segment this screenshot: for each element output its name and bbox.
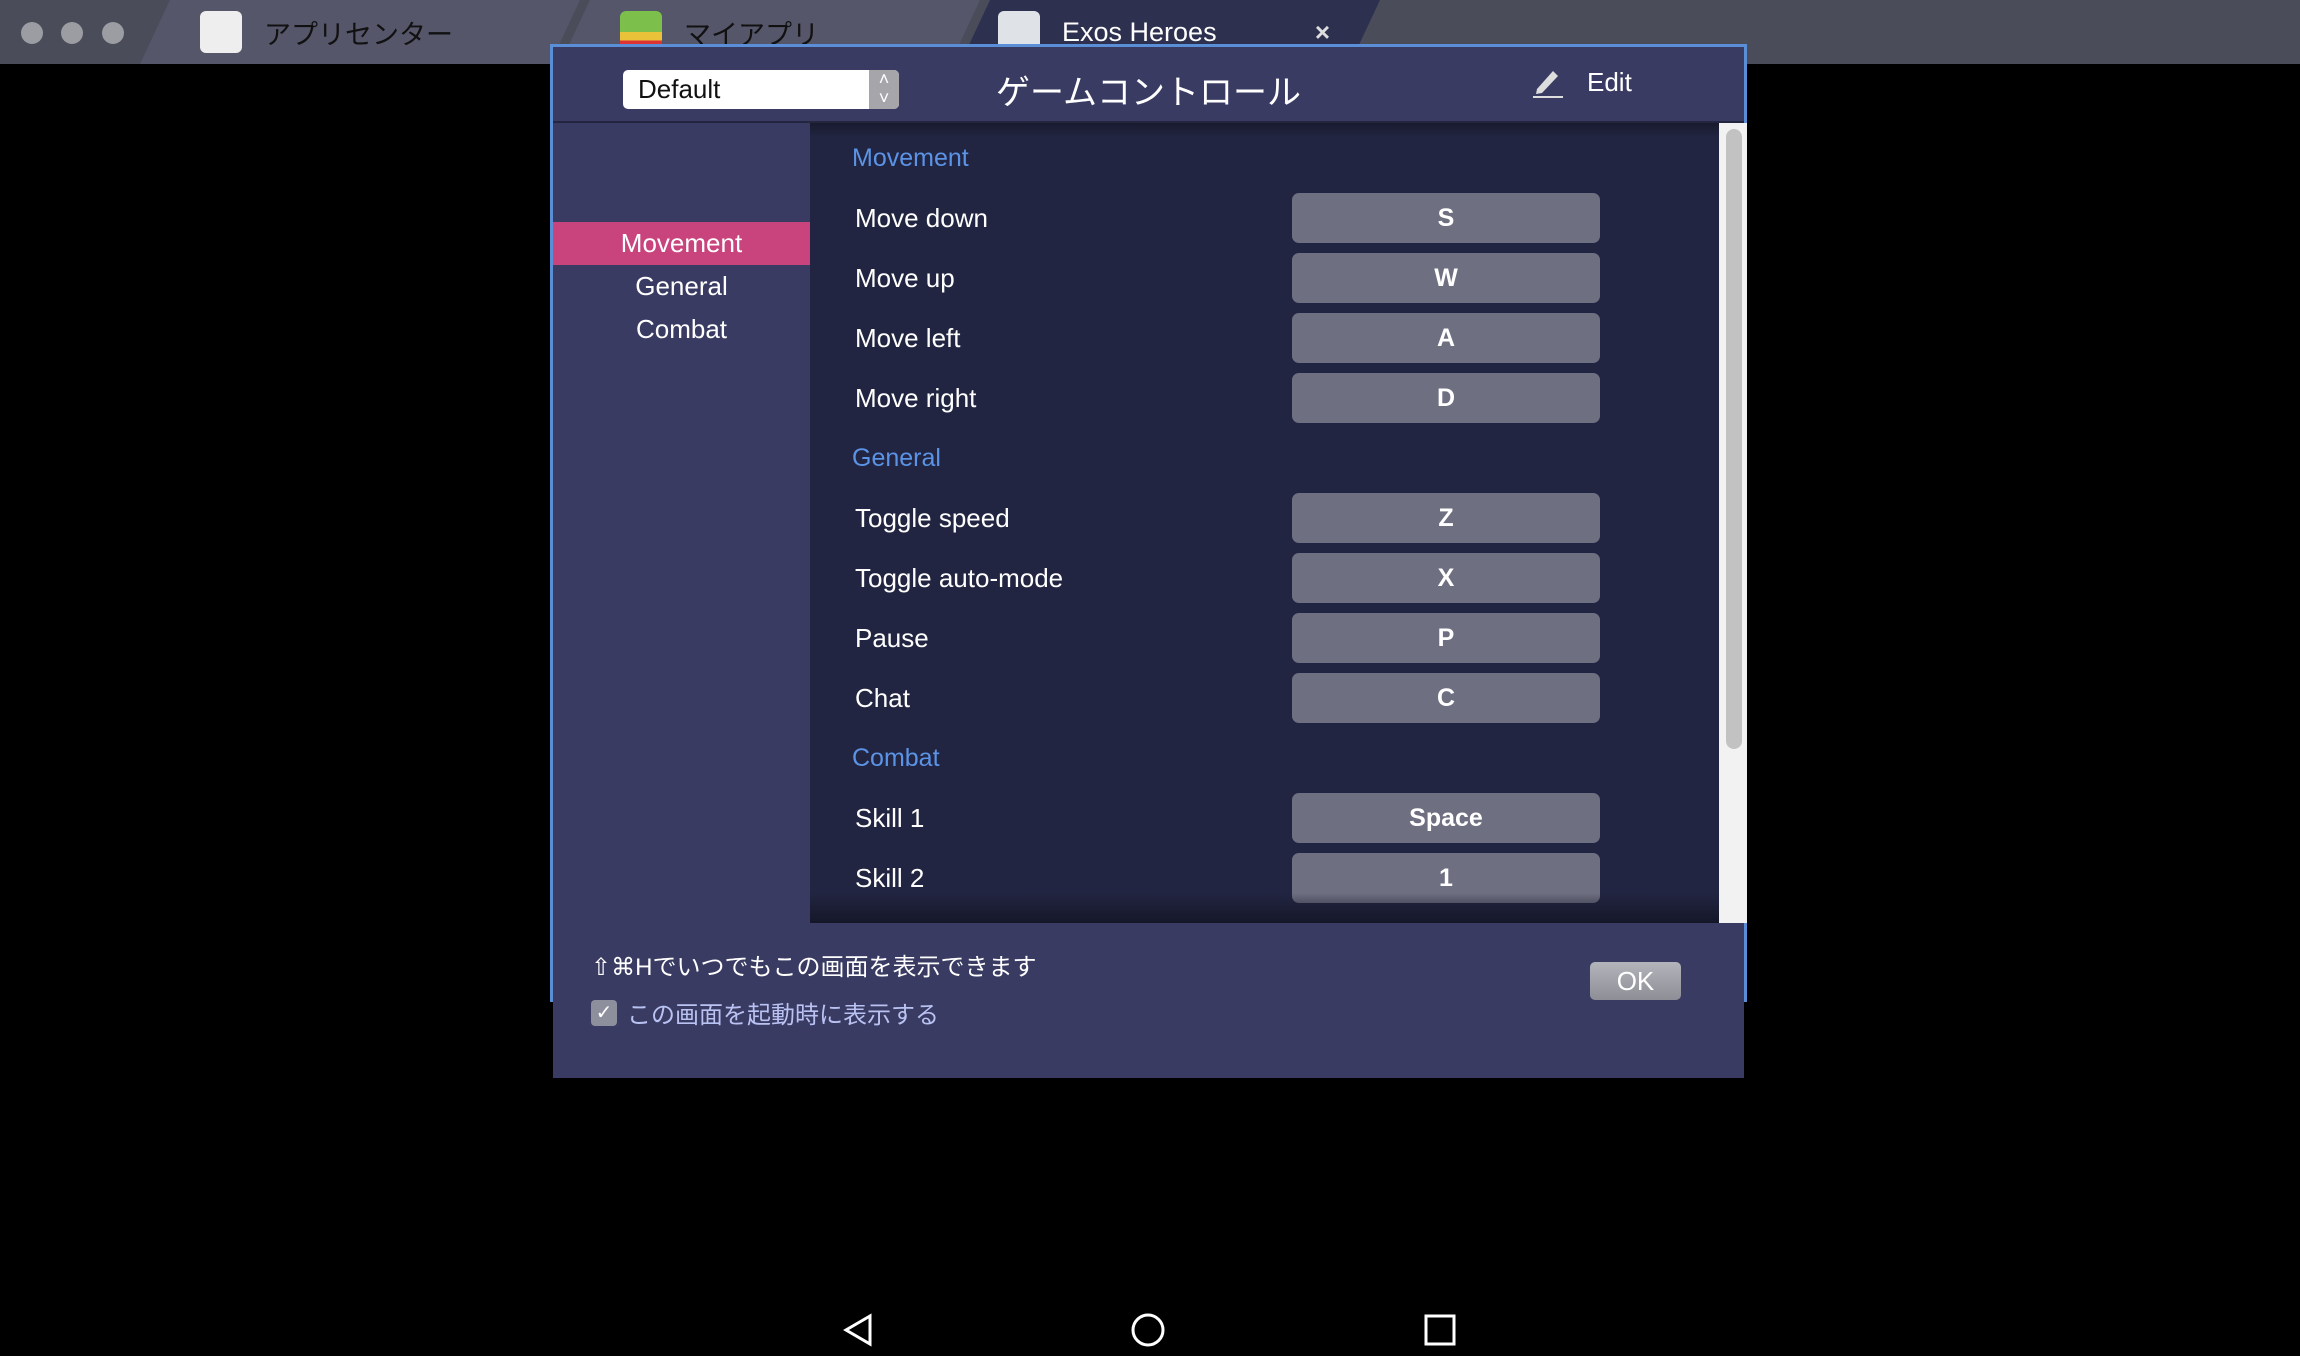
minimize-window-button[interactable] [61, 22, 83, 44]
ok-button[interactable]: OK [1590, 962, 1681, 1000]
game-controls-dialog: Default ˄ ˅ ゲームコントロール Edit Movement Genera… [550, 44, 1747, 1078]
tab-app-center[interactable]: アプリセンター [140, 0, 580, 64]
action-label: Toggle speed [855, 502, 1010, 533]
sidebar-item-combat[interactable]: Combat [553, 308, 810, 351]
action-label: Move right [855, 382, 977, 413]
key-binding-button[interactable]: W [1292, 253, 1600, 303]
control-row: Move down S [810, 188, 1719, 248]
action-label: Pause [855, 622, 929, 653]
key-binding-button[interactable]: Space [1292, 793, 1600, 843]
action-label: Skill 2 [855, 862, 925, 893]
key-binding-button[interactable]: X [1292, 553, 1600, 603]
recent-apps-icon[interactable] [1422, 1312, 1458, 1348]
control-row: Move up W [810, 248, 1719, 308]
action-label: Chat [855, 682, 910, 713]
control-row: Skill 1 Space [810, 788, 1719, 848]
pencil-icon [1533, 71, 1563, 98]
dialog-header: Default ˄ ˅ ゲームコントロール Edit [553, 47, 1744, 123]
edit-button[interactable]: Edit [1531, 65, 1632, 99]
key-binding-button[interactable]: Z [1292, 493, 1600, 543]
close-window-button[interactable] [21, 22, 43, 44]
show-on-startup-checkbox[interactable]: ✓ この画面を起動時に表示する [591, 995, 939, 1030]
shortcut-hint: ⇧⌘Hでいつでもこの画面を表示できます [591, 954, 1037, 981]
sidebar-item-general[interactable]: General [553, 265, 810, 308]
action-label: Move up [855, 262, 955, 293]
key-binding-button[interactable]: S [1292, 193, 1600, 243]
action-label: Toggle auto-mode [855, 562, 1064, 593]
zoom-window-button[interactable] [102, 22, 124, 44]
control-row: Chat C [810, 668, 1719, 728]
control-row: Move left A [810, 308, 1719, 368]
controls-list: Movement Move down S Move up W Move left A Move… [810, 123, 1719, 923]
control-row: Move right D [810, 368, 1719, 428]
control-row: Toggle speed Z [810, 488, 1719, 548]
tab-label: アプリセンター [264, 19, 453, 50]
control-row: Pause P [810, 608, 1719, 668]
action-label: Move left [855, 322, 961, 353]
edit-label: Edit [1587, 66, 1632, 97]
checkbox-label: この画面を起動時に表示する [627, 1002, 939, 1029]
tab-label: Exos Heroes [1062, 16, 1217, 47]
control-row: Toggle auto-mode X [810, 548, 1719, 608]
key-binding-button[interactable]: P [1292, 613, 1600, 663]
close-tab-icon[interactable]: × [1315, 17, 1330, 48]
scrollbar[interactable] [1719, 123, 1747, 923]
chevron-updown-icon: ˄ ˅ [869, 70, 899, 109]
dialog-title: ゲームコントロール [996, 74, 1301, 112]
home-icon[interactable] [1130, 1312, 1166, 1348]
action-label: Skill 1 [855, 802, 925, 833]
profile-select[interactable]: Default ˄ ˅ [623, 70, 899, 109]
category-sidebar: Movement General Combat [553, 123, 810, 923]
key-binding-button[interactable]: 1 [1292, 853, 1600, 903]
profile-value: Default [638, 74, 721, 104]
action-label: Move down [855, 202, 988, 233]
key-binding-button[interactable]: A [1292, 313, 1600, 363]
back-icon[interactable] [840, 1312, 876, 1348]
section-header: General [852, 444, 941, 472]
sidebar-item-movement[interactable]: Movement [553, 222, 810, 265]
section-header: Movement [852, 144, 969, 172]
section-header: Combat [852, 744, 940, 772]
key-binding-button[interactable]: D [1292, 373, 1600, 423]
checkmark-icon: ✓ [591, 999, 617, 1026]
scrollbar-thumb[interactable] [1726, 129, 1742, 749]
app-center-icon [200, 11, 242, 53]
control-row: Skill 2 1 [810, 848, 1719, 908]
key-binding-button[interactable]: C [1292, 673, 1600, 723]
dialog-footer: ⇧⌘Hでいつでもこの画面を表示できます ✓ この画面を起動時に表示する OK [553, 923, 1744, 1078]
